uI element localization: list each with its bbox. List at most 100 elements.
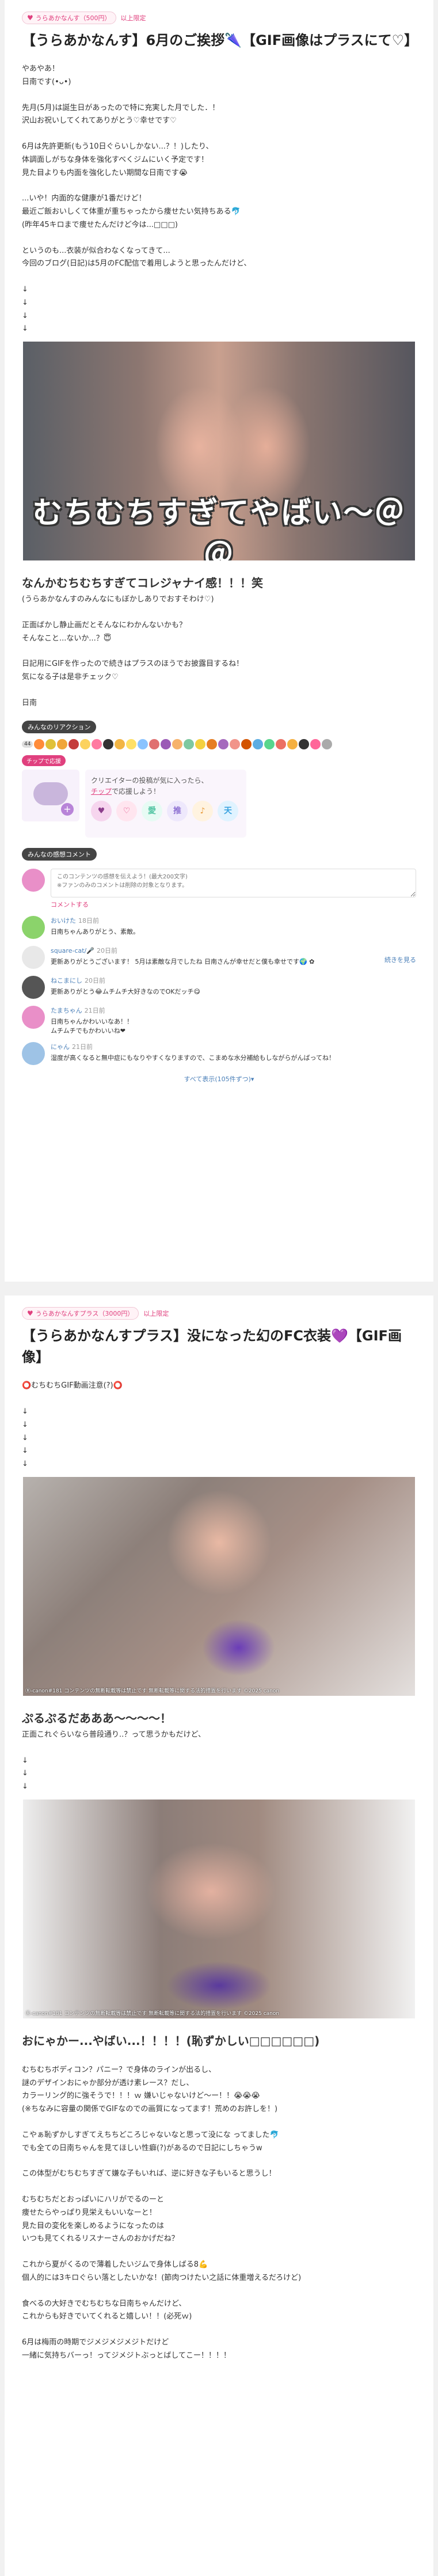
- comment-input[interactable]: [51, 868, 416, 897]
- reaction-emoji-icon[interactable]: [310, 738, 321, 749]
- reaction-emoji-icon[interactable]: [264, 738, 275, 749]
- post-subtitle-note: (うらあかなんすのみんなにもぼかしありでおすそわけ♡): [22, 595, 214, 604]
- comment-text: 更新ありがとうございます！ 5月は素敵な月でしたね 日南さんが幸せだと僕も幸せで…: [51, 957, 315, 965]
- reaction-emoji-icon[interactable]: [115, 738, 125, 749]
- body-line: [22, 89, 416, 102]
- post-title: 【うらあかなんす】6月のご挨拶🌂【GIF画像はプラスにて♡】: [22, 32, 418, 48]
- commenter-name[interactable]: ねこまにし: [51, 977, 82, 984]
- reaction-emoji-icon[interactable]: [172, 738, 183, 749]
- commenter-avatar[interactable]: [22, 1041, 45, 1065]
- reaction-emoji-icon[interactable]: [80, 738, 91, 749]
- post-body-3: おにゃかー...やばい...！！！！(恥ずかしい□□□□□□) むちむちボディコ…: [5, 2018, 433, 2363]
- commenter-name[interactable]: たまちゃん: [51, 1007, 82, 1014]
- reaction-emoji-icon[interactable]: [253, 738, 264, 749]
- body-line: この体型がむちむちすぎて嫌な子もいれば、逆に好きな子もいると思うし！: [22, 2169, 276, 2179]
- body-line: ...いや！内面的な健康が1番だけど！: [22, 194, 146, 203]
- body-line: ↓: [22, 298, 28, 307]
- reaction-emoji-icon[interactable]: [126, 738, 137, 749]
- body-line: 食べるの大好きでむちむちな日南ちゃんだけど、: [22, 2299, 186, 2308]
- body-line: 日南: [22, 698, 37, 707]
- reaction-emoji-icon[interactable]: [45, 738, 56, 749]
- creator-avatar[interactable]: +: [22, 769, 79, 821]
- plan-badge[interactable]: ♥ うらあかなんす（500円）: [22, 12, 116, 24]
- tip-stamp[interactable]: ♡: [116, 801, 137, 822]
- reaction-emoji-icon[interactable]: [322, 738, 333, 749]
- arrows: ↓ ↓ ↓ ↓ ↓: [22, 1406, 416, 1471]
- body-line: そんなこと...ないか...？😇: [22, 634, 112, 643]
- body-line: [22, 645, 416, 658]
- reaction-emoji-icon[interactable]: [218, 738, 229, 749]
- reaction-emoji-icon[interactable]: [230, 738, 241, 749]
- reactions-row: 44: [5, 733, 433, 749]
- commenter-name[interactable]: にゃん: [51, 1043, 70, 1051]
- reaction-emoji-icon[interactable]: [138, 738, 148, 749]
- body-line: 気になる子は是非チェック♡: [22, 673, 119, 682]
- show-all-link[interactable]: すべて表示(105件ずつ)▾: [5, 1065, 433, 1097]
- tip-stamp[interactable]: ♥: [91, 801, 112, 822]
- tip-link[interactable]: チップ: [91, 787, 112, 795]
- body-line: こやぁ恥ずかしすぎてえちちどころじゃないなと思って没にな ってました🐬: [22, 2130, 279, 2139]
- body-line: [22, 271, 416, 283]
- reaction-emoji-icon[interactable]: [184, 738, 195, 749]
- reaction-emoji-icon[interactable]: [68, 738, 79, 749]
- comment-text: 日南ちゃんありがとう、素敵。: [51, 927, 139, 935]
- body-line: 沢山お祝いしてくれてありがとう♡幸せです♡: [22, 116, 177, 126]
- reaction-emoji-icon[interactable]: [34, 738, 45, 749]
- stamp-row: ♥ ♡ 愛推 ♪ 天: [91, 801, 241, 822]
- comment-submit-button[interactable]: コメントする: [5, 897, 433, 909]
- tip-stamp[interactable]: 天: [218, 801, 238, 822]
- comment-more-link[interactable]: 続きを見る: [384, 955, 416, 966]
- reaction-emoji-icon[interactable]: [299, 738, 310, 749]
- body-line: カラーリング的に強そうで！！！ｗ 嫌いじゃないけど〜ー！！😭😭😭: [22, 2092, 260, 2101]
- body-line: [22, 2155, 416, 2168]
- reaction-emoji-icon[interactable]: [103, 738, 114, 749]
- tip-stamp[interactable]: 推: [167, 801, 188, 822]
- body-line: いつも見てくれるリスナーさんのおかげだね？: [22, 2234, 179, 2244]
- body-line: むちむちボディコン？パニー？で身体のラインが出るし、: [22, 2065, 216, 2074]
- post-image[interactable]: Ⓡ-canon#181 コンテンツの無断転載等は禁止です 無断転載等に関する法的…: [23, 1799, 415, 2018]
- commenter-avatar[interactable]: [22, 975, 45, 999]
- page: ♥ うらあかなんす（500円） 以上限定 【うらあかなんす】6月のご挨拶🌂【GI…: [0, 0, 438, 2576]
- comment-item: たまちゃん 21日前 日南ちゃんかわいいなあ！！ ムチムチでもかわいいね❤: [5, 999, 433, 1035]
- post-subtitle: なんかむちむちすぎてコレジャナイ感！！！笑: [22, 576, 263, 590]
- comment-time: 21日前: [84, 1006, 105, 1014]
- commenter-name[interactable]: square-cat/🎤: [51, 947, 94, 954]
- commenter-avatar[interactable]: [22, 1005, 45, 1029]
- body-line: 6月は先許更新(もう10日ぐらいしかない...？！)したり、: [22, 142, 214, 151]
- reaction-emoji-icon[interactable]: [57, 738, 68, 749]
- plus-icon[interactable]: +: [61, 802, 74, 816]
- comment-item: にゃん 21日前 湿度が高くなると無中症にもなりやすくなりますので、こまめな水分補給…: [5, 1035, 433, 1065]
- reaction-emoji-icon[interactable]: [195, 738, 206, 749]
- arrow-line: ↓: [22, 1756, 28, 1765]
- post-image[interactable]: Ⓡ-canon#181 コンテンツの無断転載等は禁止です 無断転載等に関する法的…: [23, 1476, 415, 1696]
- commenter-avatar[interactable]: [22, 945, 45, 969]
- comment-input-row: [5, 861, 433, 897]
- tip-stamp[interactable]: 愛: [142, 801, 162, 822]
- arrow-line: ↓: [22, 1446, 28, 1456]
- body-line: [22, 684, 416, 697]
- body-line: 先月(5月)は誕生日があったので特に充実した月でした．！: [22, 103, 220, 112]
- body-line: 体調面しがちな身体を強化すべくジムにいく予定です！: [22, 155, 209, 164]
- reaction-emoji-icon[interactable]: [241, 738, 252, 749]
- comment-item: ねこまにし 20日前 更新ありがとう😂ムチムチ大好きなのでOKだッチ😋: [5, 969, 433, 999]
- post-alert: ⭕️むちむちGIF動画注意(?)⭕️: [22, 1381, 123, 1391]
- comment-time: 18日前: [78, 916, 99, 925]
- image-caption: Ⓡ-canon#181 コンテンツの無断転載等は禁止です 無断転載等に関する法的…: [25, 2010, 280, 2017]
- reaction-emoji-icon[interactable]: [287, 738, 298, 749]
- commenter-name[interactable]: おいけた: [51, 917, 76, 925]
- reaction-emoji-icon[interactable]: [161, 738, 172, 749]
- reaction-emoji-icon[interactable]: [276, 738, 287, 749]
- commenter-avatar[interactable]: [22, 915, 45, 939]
- reaction-emoji-icon[interactable]: [207, 738, 218, 749]
- plan-badge[interactable]: ♥ うらあかなんすプラス（3000円）: [22, 1307, 139, 1320]
- plan-badge-label: うらあかなんす（500円）: [35, 14, 111, 22]
- body-line: 謎のデザインおにゃか部分が透け素レース？だし、: [22, 2078, 194, 2088]
- tip-stamp[interactable]: ♪: [192, 801, 213, 822]
- reaction-emoji-icon[interactable]: [149, 738, 160, 749]
- support-box: クリエイターの投稿が気に入ったら、 チップで応援しよう！ ♥ ♡ 愛推 ♪ 天: [85, 769, 246, 838]
- post-image[interactable]: むちむちすぎてやばい〜＠＠: [23, 342, 415, 561]
- body-line: でも全ての日南ちゃんを見てほしい性癖(?)があるので日記にしちゃうw: [22, 2143, 262, 2153]
- heart-icon: ♥: [27, 1309, 33, 1317]
- body-line: [22, 2116, 416, 2129]
- reaction-emoji-icon[interactable]: [92, 738, 102, 749]
